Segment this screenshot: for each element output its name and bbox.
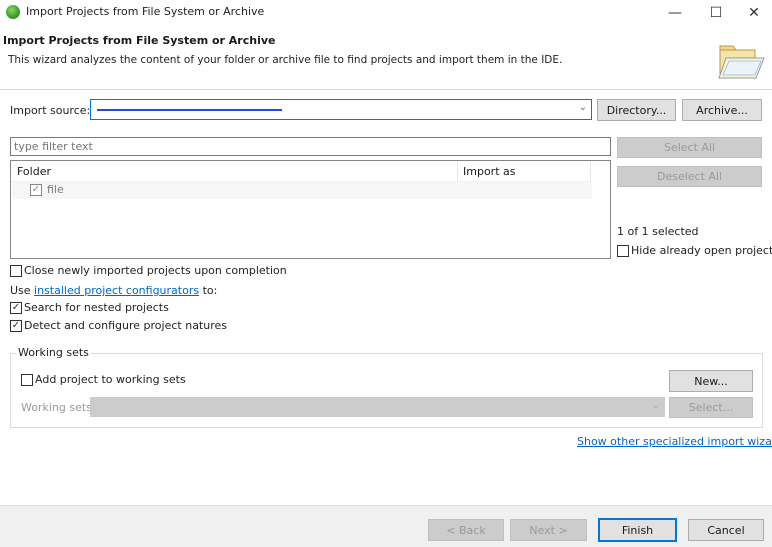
detect-natures-checkbox[interactable]: ✓ bbox=[10, 320, 22, 332]
row-folder-name: file bbox=[47, 183, 64, 196]
next-button[interactable]: Next > bbox=[510, 519, 587, 541]
minimize-button[interactable]: — bbox=[655, 0, 695, 26]
close-imported-label[interactable]: Close newly imported projects upon compl… bbox=[24, 264, 287, 277]
column-header-folder[interactable]: Folder bbox=[12, 162, 458, 181]
close-imported-checkbox[interactable] bbox=[10, 265, 22, 277]
row-checkbox[interactable]: ✓ bbox=[30, 184, 42, 196]
new-working-set-button[interactable]: New... bbox=[669, 370, 753, 392]
cancel-button[interactable]: Cancel bbox=[688, 519, 764, 541]
finish-button[interactable]: Finish bbox=[598, 518, 677, 542]
search-nested-checkbox[interactable]: ✓ bbox=[10, 302, 22, 314]
import-source-combo[interactable]: ⌄ bbox=[90, 99, 592, 120]
selection-count: 1 of 1 selected bbox=[617, 225, 699, 238]
projects-table[interactable]: Folder Import as ✓ file bbox=[10, 160, 611, 259]
select-all-button[interactable]: Select All bbox=[617, 137, 762, 158]
eclipse-app-icon bbox=[6, 5, 20, 19]
installed-configurators-link[interactable]: installed project configurators bbox=[34, 284, 199, 297]
add-to-working-sets-label[interactable]: Add project to working sets bbox=[35, 373, 186, 386]
directory-button[interactable]: Directory... bbox=[597, 99, 676, 121]
window-title: Import Projects from File System or Arch… bbox=[26, 5, 265, 18]
wizard-description: This wizard analyzes the content of your… bbox=[8, 54, 563, 66]
open-folder-icon bbox=[718, 45, 765, 79]
import-source-value bbox=[97, 109, 282, 111]
chevron-down-icon: ⌄ bbox=[578, 102, 587, 113]
column-header-import-as[interactable]: Import as bbox=[459, 162, 591, 181]
add-to-working-sets-checkbox[interactable] bbox=[21, 374, 33, 386]
close-button[interactable]: ✕ bbox=[734, 0, 772, 26]
header-separator bbox=[0, 89, 772, 90]
hide-open-projects-checkbox[interactable] bbox=[617, 245, 629, 257]
archive-button[interactable]: Archive... bbox=[682, 99, 762, 121]
select-working-sets-button[interactable]: Select... bbox=[669, 397, 753, 418]
use-prefix: Use bbox=[10, 284, 35, 297]
other-import-wizards-link[interactable]: Show other specialized import wizards bbox=[577, 435, 772, 448]
use-suffix: to: bbox=[199, 284, 218, 297]
working-sets-group-title: Working sets bbox=[16, 346, 91, 359]
maximize-button[interactable]: ☐ bbox=[696, 0, 736, 26]
wizard-title: Import Projects from File System or Arch… bbox=[3, 34, 276, 47]
back-button[interactable]: < Back bbox=[428, 519, 504, 541]
filter-input[interactable] bbox=[10, 137, 611, 156]
hide-open-projects-label[interactable]: Hide already open projects bbox=[631, 244, 772, 257]
deselect-all-button[interactable]: Deselect All bbox=[617, 166, 762, 187]
table-row[interactable]: ✓ file bbox=[12, 182, 592, 199]
search-nested-label[interactable]: Search for nested projects bbox=[24, 301, 169, 314]
import-source-label: Import source: bbox=[10, 104, 91, 117]
working-sets-combo[interactable]: ⌄ bbox=[90, 397, 665, 417]
detect-natures-label[interactable]: Detect and configure project natures bbox=[24, 319, 227, 332]
working-sets-label: Working sets: bbox=[21, 401, 96, 414]
configurators-line: Use installed project configurators to: bbox=[10, 284, 217, 297]
chevron-down-icon: ⌄ bbox=[651, 400, 660, 411]
